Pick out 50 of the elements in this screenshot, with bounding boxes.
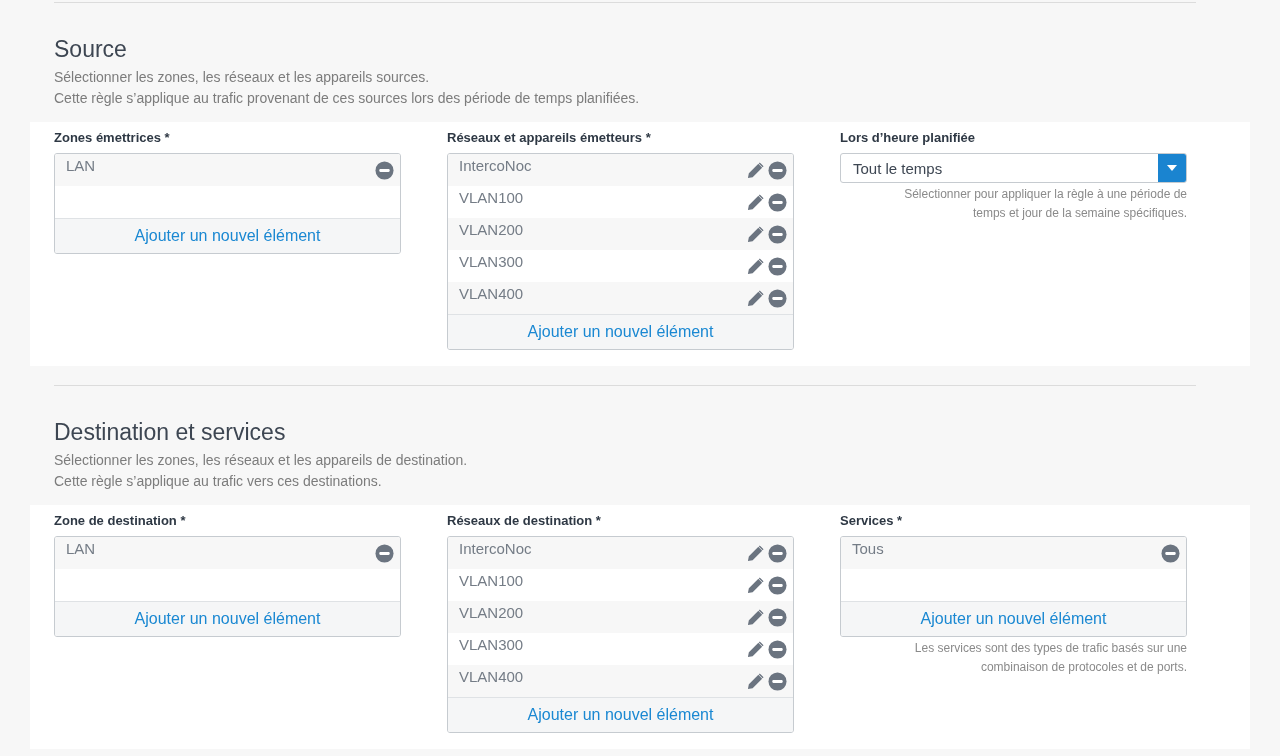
section-description: Sélectionner les zones, les réseaux et les appareils de destination.	[54, 451, 469, 470]
add-item-button[interactable]: Ajouter un nouvel élément	[55, 601, 400, 636]
field-label: Lors d’heure planifiée	[840, 130, 977, 146]
remove-icon[interactable]	[768, 544, 787, 563]
add-item-button[interactable]: Ajouter un nouvel élément	[448, 314, 793, 349]
caret-icon	[1167, 165, 1177, 171]
remove-icon[interactable]	[768, 640, 787, 659]
pencil-icon[interactable]	[746, 672, 765, 691]
help-text: Les services sont des types de trafic basés sur une	[913, 640, 1187, 657]
pencil-icon[interactable]	[746, 640, 765, 659]
pencil-icon[interactable]	[746, 225, 765, 244]
list-item[interactable]: VLAN300	[459, 250, 743, 274]
list-item[interactable]: VLAN100	[459, 186, 743, 210]
field-label: Réseaux de destination *	[447, 513, 602, 529]
field-label: Zone de destination *	[54, 513, 187, 529]
remove-icon[interactable]	[375, 161, 394, 180]
remove-icon[interactable]	[768, 608, 787, 627]
list-item[interactable]: VLAN300	[459, 633, 743, 657]
section-title: Source	[54, 35, 128, 63]
remove-icon[interactable]	[768, 257, 787, 276]
pencil-icon[interactable]	[746, 289, 765, 308]
field-label: Réseaux et appareils émetteurs *	[447, 130, 652, 146]
list-item[interactable]: VLAN100	[459, 569, 743, 593]
remove-icon[interactable]	[768, 193, 787, 212]
section-description: Sélectionner les zones, les réseaux et les appareils sources.	[54, 68, 431, 87]
remove-icon[interactable]	[768, 225, 787, 244]
add-item-button[interactable]: Ajouter un nouvel élément	[841, 601, 1186, 636]
help-text: combinaison de protocoles et de ports.	[979, 659, 1187, 676]
help-text: Sélectionner pour appliquer la règle à une période de	[903, 186, 1187, 203]
remove-icon[interactable]	[1161, 544, 1180, 563]
pencil-icon[interactable]	[746, 193, 765, 212]
field-label: Services *	[840, 513, 904, 529]
remove-icon[interactable]	[375, 544, 394, 563]
remove-icon[interactable]	[768, 672, 787, 691]
section-description: Cette règle s’applique au trafic vers ces destinations.	[54, 472, 383, 491]
pencil-icon[interactable]	[746, 544, 765, 563]
pencil-icon[interactable]	[746, 608, 765, 627]
section-description: Cette règle s’applique au trafic provenant de ces sources lors des période de temps planifiées.	[54, 89, 641, 108]
add-item-button[interactable]: Ajouter un nouvel élément	[448, 697, 793, 732]
pencil-icon[interactable]	[746, 161, 765, 180]
pencil-icon[interactable]	[746, 257, 765, 276]
remove-icon[interactable]	[768, 576, 787, 595]
field-label: Zones émettrices *	[54, 130, 171, 146]
section-title: Destination et services	[54, 418, 287, 446]
schedule-dropdown[interactable]: Tout le temps	[840, 153, 1187, 183]
remove-icon[interactable]	[768, 161, 787, 180]
pencil-icon[interactable]	[746, 576, 765, 595]
add-item-button[interactable]: Ajouter un nouvel élément	[55, 218, 400, 253]
remove-icon[interactable]	[768, 289, 787, 308]
help-text: temps et jour de la semaine spécifiques.	[971, 205, 1187, 222]
